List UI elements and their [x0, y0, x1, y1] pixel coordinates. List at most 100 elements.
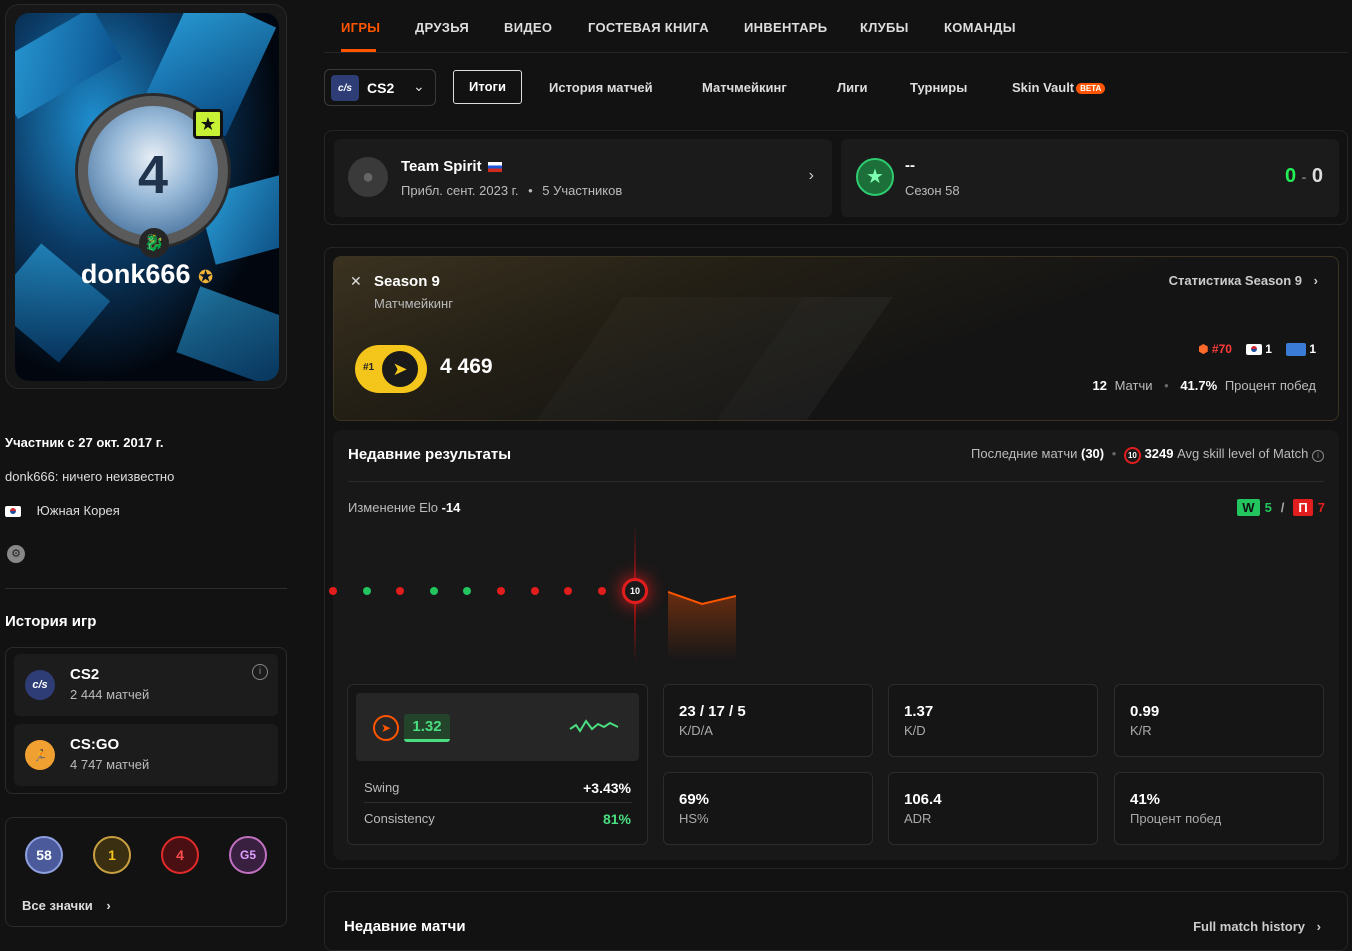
season-stats-link[interactable]: Статистика Season 9 › [1169, 273, 1318, 288]
elo-change: Изменение Elo -14 [348, 500, 461, 515]
info-icon[interactable]: i [252, 664, 268, 680]
chevron-down-icon: ⌄ [413, 78, 425, 94]
recent-title: Недавние результаты [348, 446, 512, 463]
subtab-summary[interactable]: Итоги [453, 70, 522, 104]
rating-card: ➤ 1.32 Swing +3.43% Consistency 81% [347, 684, 648, 845]
season-summary: 12 Матчи • 41.7% Процент побед [1092, 378, 1316, 393]
result-dot-win[interactable] [429, 587, 438, 595]
tab-guestbook[interactable]: ГОСТЕВАЯ КНИГА [588, 20, 709, 35]
sidebar: 4 ★ 🐉 donk666 ✪ Участник с 27 окт. 2017 … [0, 0, 300, 937]
star-badge-icon: ★ [193, 109, 223, 139]
game-row-cs2[interactable]: c/s CS2 2 444 матчей i [14, 654, 278, 716]
beta-badge: BETA [1076, 83, 1106, 95]
country-rank[interactable]: 1 [1245, 342, 1272, 356]
nickname: donk666 ✪ [80, 259, 214, 289]
russia-flag-icon [487, 162, 502, 173]
stat-hs: 69% HS% [663, 772, 873, 845]
csgo-icon: 🏃 [25, 740, 55, 770]
divider [364, 802, 632, 803]
recent-meta: Последние матчи (30) • 10 3249 Avg skill… [971, 446, 1324, 464]
subtab-tournaments[interactable]: Турниры [910, 80, 967, 95]
all-badges-link[interactable]: Все значки › [22, 898, 111, 913]
season-icon: ✕ [350, 273, 362, 289]
game-row-csgo[interactable]: 🏃 CS:GO 4 747 матчей [14, 724, 278, 786]
subtab-skin-vault[interactable]: Skin Vault BETA [1012, 80, 1106, 95]
badge-icon[interactable]: 1 [93, 836, 131, 874]
rankings: ⬢ #70 1 1 [1198, 342, 1316, 357]
recent-matches-panel: Недавние матчи Full match history › [324, 891, 1348, 951]
stat-kda: 23 / 17 / 5 K/D/A [663, 684, 873, 757]
profile-card: 4 ★ 🐉 donk666 ✪ [5, 4, 287, 389]
league-star-icon: ★ [856, 158, 894, 196]
rating-icon: ➤ [373, 715, 399, 741]
consistency-value: 81% [602, 811, 631, 827]
profile-banner: 4 ★ 🐉 [15, 13, 279, 381]
swing-value: +3.43% [583, 780, 631, 796]
game-history-title: История игр [5, 613, 97, 630]
stat-winrate: 41% Процент побед [1114, 772, 1324, 845]
elo-trend-graph [668, 591, 737, 660]
cs2-icon: c/s [331, 75, 359, 101]
rank-flag-icon [1285, 343, 1306, 357]
badge-icon[interactable]: G5 [229, 836, 267, 874]
result-dot-loss[interactable] [497, 587, 505, 595]
divider [348, 481, 1324, 482]
team-logo-icon: 🐉 [139, 228, 169, 258]
cs2-icon: c/s [25, 670, 55, 700]
extra-rank[interactable]: 1 [1285, 342, 1316, 357]
season-title: Season 9 [374, 273, 440, 290]
rating-value: 1.32 [404, 714, 450, 742]
info-icon[interactable]: i [1312, 450, 1324, 462]
result-dot-loss[interactable] [530, 587, 539, 595]
tab-friends[interactable]: ДРУЗЬЯ [415, 20, 469, 35]
bio: donk666: ничего неизвестно [5, 469, 175, 484]
region-rank[interactable]: ⬢ #70 [1198, 342, 1232, 356]
rating-sparkline-icon [569, 719, 619, 733]
win-loss: W 5 / П 7 [1237, 499, 1325, 516]
team-card[interactable]: ● Team Spirit Прибл. сент. 2023 г. • 5 У… [334, 139, 832, 217]
league-card[interactable]: ★ -- Сезон 58 0 - 0 [841, 139, 1339, 217]
badge-icon[interactable]: 58 [25, 836, 63, 874]
tab-inventory[interactable]: ИНВЕНТАРЬ [744, 20, 827, 35]
tab-clubs[interactable]: КЛУБЫ [860, 20, 909, 35]
stat-kr: 0.99 K/R [1114, 684, 1324, 757]
subtab-matchmaking[interactable]: Матчмейкинг [702, 80, 787, 95]
game-select[interactable]: c/s CS2 ⌄ [324, 69, 436, 106]
current-level-icon[interactable]: 10 [622, 578, 648, 604]
korea-flag-icon [1245, 344, 1262, 356]
rank-badge: #1 ➤ [355, 345, 427, 393]
chevron-right-icon: › [808, 167, 814, 184]
region-icon: ⬢ [1198, 342, 1209, 357]
chevron-right-icon: › [106, 898, 111, 913]
tab-teams[interactable]: КОМАНДЫ [944, 20, 1016, 35]
team-meta: Прибл. сент. 2023 г. • 5 Участников [401, 183, 623, 198]
verified-icon: ✪ [197, 267, 214, 287]
league-name: -- [905, 157, 915, 174]
full-history-link[interactable]: Full match history › [1193, 919, 1321, 934]
league-season: Сезон 58 [905, 183, 960, 198]
result-dot-win[interactable] [362, 587, 371, 595]
season-elo: 4 469 [440, 355, 493, 378]
divider [324, 52, 1348, 53]
games-list: c/s CS2 2 444 матчей i 🏃 CS:GO 4 747 мат… [5, 647, 287, 794]
swing-label: Swing [364, 780, 400, 795]
tab-games[interactable]: ИГРЫ [341, 20, 380, 35]
badges-box: 58 1 4 G5 Все значки › [5, 817, 287, 927]
result-dot-loss[interactable] [329, 587, 337, 595]
result-dot-loss[interactable] [597, 587, 606, 595]
korea-flag-icon [5, 506, 21, 518]
tab-videos[interactable]: ВИДЕО [504, 20, 552, 35]
chevron-right-icon: › [1316, 919, 1321, 934]
subtab-match-history[interactable]: История матчей [549, 80, 653, 95]
member-since: Участник с 27 окт. 2017 г. [5, 435, 164, 450]
steam-icon[interactable]: ⚙ [7, 545, 25, 563]
season-card: ✕ Season 9 Матчмейкинг Статистика Season… [333, 256, 1339, 421]
skill-level-icon: 10 [1123, 447, 1141, 464]
stat-adr: 106.4 ADR [888, 772, 1098, 845]
stat-kd: 1.37 K/D [888, 684, 1098, 757]
league-score: 0 - 0 [1284, 165, 1323, 187]
recent-matches-title: Недавние матчи [344, 918, 466, 935]
badge-icon[interactable]: 4 [161, 836, 199, 874]
subtab-leagues[interactable]: Лиги [837, 80, 868, 95]
divider [5, 588, 287, 589]
